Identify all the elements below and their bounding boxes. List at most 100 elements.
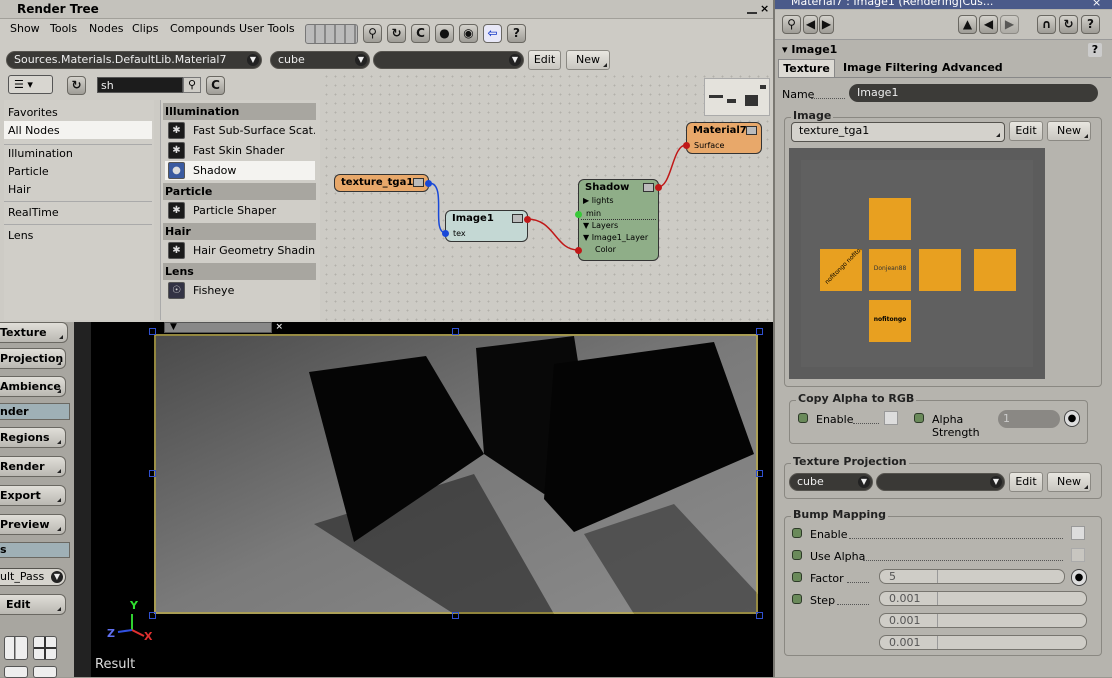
copy-alpha-enable-checkbox[interactable] — [884, 411, 898, 425]
tab-texture[interactable]: Texture — [0, 322, 68, 343]
port-label-lights: ▶ lights — [583, 196, 614, 205]
node-menu-icon[interactable] — [512, 214, 523, 223]
step-slider-3[interactable]: 0.001 — [879, 635, 1087, 650]
animation-toggle-icon[interactable] — [792, 550, 802, 560]
tab-advanced[interactable]: Advanced — [942, 61, 1003, 74]
render-region[interactable] — [154, 334, 758, 614]
texture-text: Donjean88 — [873, 265, 907, 272]
texture-projection-select[interactable]: cube ▼ — [789, 473, 873, 491]
refresh-icon[interactable]: ↻ — [1059, 15, 1078, 34]
connect-icon[interactable]: ● — [1071, 569, 1087, 586]
animation-toggle-icon[interactable] — [792, 572, 802, 582]
ppg-titlebar: Material7 : Image1 (Rendering|Cus... × — [775, 0, 1112, 9]
tab-texture[interactable]: Texture — [778, 59, 835, 77]
tab-regions[interactable]: Regions — [0, 427, 66, 448]
dropdown-triangle-icon — [57, 498, 61, 502]
step-slider-2[interactable]: 0.001 — [879, 613, 1087, 628]
tab-preview[interactable]: Preview — [0, 514, 66, 535]
use-alpha-checkbox — [1071, 548, 1085, 562]
up-icon[interactable]: ▲ — [958, 15, 977, 34]
ppg-section-header[interactable]: ▾ Image1 — [782, 43, 837, 56]
layout-icon[interactable] — [4, 666, 28, 678]
tab-render-selected[interactable]: nder — [0, 403, 70, 420]
node-material7[interactable]: Material7 Surface — [683, 122, 762, 154]
port-label-layers: ▼ Layers — [583, 221, 619, 230]
input-port[interactable] — [683, 142, 690, 149]
property-panel: Material7 : Image1 (Rendering|Cus... × ⚲… — [773, 0, 1112, 677]
dropdown-triangle-icon — [1084, 485, 1088, 489]
dropdown-triangle-icon — [57, 607, 61, 611]
alpha-strength-field[interactable]: 1 — [998, 410, 1060, 428]
port-label-min: min — [586, 209, 602, 218]
node-menu-icon[interactable] — [746, 126, 757, 135]
bump-enable-checkbox[interactable] — [1071, 526, 1085, 540]
ppg-section-help-icon[interactable]: ? — [1088, 43, 1102, 57]
viewport-menu-icon[interactable]: ▼ — [170, 323, 177, 332]
viewport[interactable]: ▼ × Y X Z Result — [74, 322, 773, 677]
node-texture-tga1[interactable]: texture_tga1 — [334, 174, 432, 192]
input-port[interactable] — [575, 247, 582, 254]
next-icon[interactable]: ▶ — [819, 15, 834, 34]
ppg-close-icon[interactable]: × — [1092, 0, 1101, 9]
node-image1[interactable]: Image1 tex — [442, 210, 531, 242]
tab-passes-selected[interactable]: s — [0, 542, 70, 558]
handle[interactable] — [756, 470, 763, 477]
layout-icon[interactable] — [33, 666, 57, 678]
animation-toggle-icon[interactable] — [914, 413, 924, 423]
forward-icon[interactable]: ▶ — [1000, 15, 1019, 34]
rewind-icon[interactable]: ◀ — [979, 15, 998, 34]
prev-icon[interactable]: ◀ — [803, 15, 818, 34]
animation-toggle-icon[interactable] — [798, 413, 808, 423]
handle[interactable] — [149, 470, 156, 477]
node-shadow[interactable]: Shadow ▶ lights min ▼ Layers ▼ Image1_La… — [575, 179, 662, 261]
step-value: 0.001 — [889, 592, 921, 605]
step-slider-1[interactable]: 0.001 — [879, 591, 1087, 606]
animation-toggle-icon[interactable] — [792, 594, 802, 604]
lock-icon[interactable]: ∩ — [1037, 15, 1056, 34]
tab-projection[interactable]: Projection — [0, 348, 66, 369]
output-port[interactable] — [425, 180, 432, 187]
connect-icon[interactable]: ● — [1064, 410, 1080, 427]
projection-edit-button[interactable]: Edit — [1009, 472, 1043, 492]
tab-export[interactable]: Export — [0, 485, 66, 506]
help-icon[interactable]: ? — [1081, 15, 1100, 34]
viewport-close-icon[interactable]: × — [275, 323, 283, 332]
alpha-strength-label: Alpha Strength — [932, 413, 980, 439]
texture-text: nofitongo nofitongo — [823, 249, 862, 286]
handle[interactable] — [149, 328, 156, 335]
tab-image-filtering[interactable]: Image Filtering — [843, 61, 938, 74]
pass-select[interactable]: ult_Pass ▼ — [0, 568, 66, 586]
node-menu-icon[interactable] — [643, 183, 654, 192]
handle[interactable] — [756, 612, 763, 619]
key-icon[interactable]: ⚲ — [782, 15, 801, 34]
output-port[interactable] — [524, 216, 531, 223]
image-clip-select[interactable]: texture_tga1 — [791, 122, 1005, 142]
single-view-icon[interactable] — [4, 636, 28, 660]
four-view-icon[interactable] — [33, 636, 57, 660]
tab-ambience[interactable]: Ambience — [0, 376, 66, 397]
chevron-down-icon: ▼ — [51, 571, 63, 583]
handle[interactable] — [756, 328, 763, 335]
tab-render[interactable]: Render — [0, 456, 66, 477]
factor-slider[interactable]: 5 — [879, 569, 1065, 584]
image-edit-button[interactable]: Edit — [1009, 121, 1043, 141]
port-label-color: Color — [595, 245, 616, 254]
name-field[interactable]: Image1 — [849, 84, 1098, 102]
animation-toggle-icon[interactable] — [792, 528, 802, 538]
projection-new-button[interactable]: New — [1047, 472, 1091, 492]
texture-projection-secondary-select[interactable]: ▼ — [876, 473, 1005, 491]
input-port[interactable] — [575, 211, 582, 218]
input-port[interactable] — [442, 230, 449, 237]
image-new-button[interactable]: New — [1047, 121, 1091, 141]
handle[interactable] — [452, 612, 459, 619]
output-port[interactable] — [655, 184, 662, 191]
step-label: Step — [810, 594, 836, 607]
handle[interactable] — [452, 328, 459, 335]
viewport-mini-toolbar[interactable]: ▼ × — [164, 322, 283, 333]
dropdown-triangle-icon — [57, 469, 61, 473]
node-menu-icon[interactable] — [413, 178, 424, 187]
edit-pass-button[interactable]: Edit — [0, 594, 66, 615]
viewport-side-strip — [74, 322, 91, 677]
tab-label: Render — [0, 460, 45, 473]
dots — [837, 604, 869, 605]
